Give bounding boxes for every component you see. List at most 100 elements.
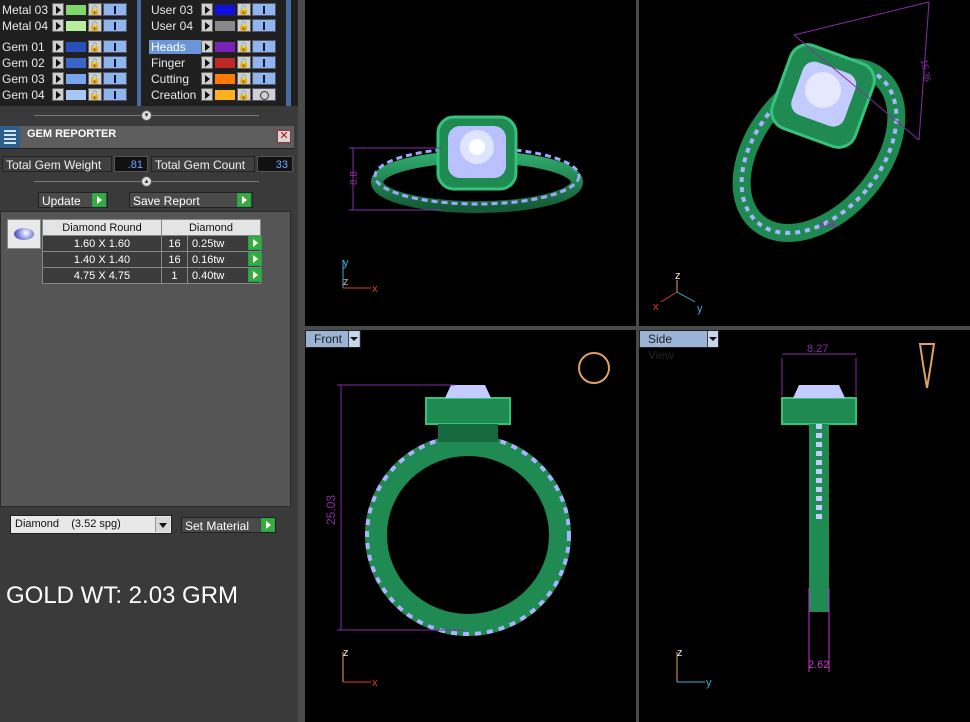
lock-icon[interactable]: 🔓 <box>88 88 102 101</box>
save-report-go-icon[interactable] <box>237 193 251 207</box>
visibility-toggle[interactable] <box>252 72 276 85</box>
layer-expand-icon[interactable] <box>52 88 64 101</box>
visibility-toggle[interactable] <box>103 3 127 16</box>
layer-name[interactable]: Gem 04 <box>0 88 52 102</box>
layer-expand-icon[interactable] <box>52 19 64 32</box>
layer-scrollbar[interactable] <box>286 0 291 106</box>
lock-icon[interactable]: 🔓 <box>237 56 251 69</box>
material-select[interactable]: Diamond (3.52 spg) <box>10 515 172 534</box>
layer-color-swatch[interactable] <box>65 40 87 53</box>
visibility-toggle[interactable] <box>252 19 276 32</box>
gem-reporter-titlebar: GEM REPORTER ✕ <box>0 126 294 149</box>
row-go-icon[interactable] <box>248 252 262 266</box>
layer-row[interactable]: Metal 03 🔓 <box>0 2 127 17</box>
layer-name[interactable]: User 04 <box>149 19 201 33</box>
layer-row[interactable]: Gem 04 🔓 <box>0 87 127 102</box>
layer-color-swatch[interactable] <box>214 88 236 101</box>
layer-row[interactable]: Heads 🔓 <box>149 39 276 54</box>
layer-expand-icon[interactable] <box>201 19 213 32</box>
lock-icon[interactable]: 🔓 <box>237 40 251 53</box>
layer-expand-icon[interactable] <box>52 40 64 53</box>
lock-icon[interactable]: 🔓 <box>237 88 251 101</box>
layer-expand-icon[interactable] <box>201 72 213 85</box>
visibility-toggle[interactable] <box>252 56 276 69</box>
layer-expand-icon[interactable] <box>201 3 213 16</box>
layer-name[interactable]: Creation <box>149 88 201 102</box>
layer-expand-icon[interactable] <box>52 72 64 85</box>
update-go-icon[interactable] <box>92 193 106 207</box>
visibility-toggle[interactable] <box>103 72 127 85</box>
layer-row[interactable]: Cutting 🔓 <box>149 71 276 86</box>
layer-expand-icon[interactable] <box>52 3 64 16</box>
viewport-side[interactable]: 8.27 2.62 z y Side View <box>639 330 970 722</box>
visibility-toggle[interactable] <box>103 19 127 32</box>
side-view-tab[interactable]: Side View <box>639 330 719 362</box>
layer-color-swatch[interactable] <box>65 56 87 69</box>
lock-icon[interactable]: 🔓 <box>237 3 251 16</box>
table-row[interactable]: 4.75 X 4.75 1 0.40tw <box>42 267 261 284</box>
viewport-front[interactable]: 25.03 z x Front <box>305 330 636 722</box>
set-material-go-icon[interactable] <box>261 518 275 532</box>
layer-name[interactable]: User 03 <box>149 3 201 17</box>
layer-name[interactable]: Gem 03 <box>0 72 52 86</box>
visibility-toggle[interactable] <box>103 56 127 69</box>
layer-row[interactable]: Gem 03 🔓 <box>0 71 127 86</box>
layer-row[interactable]: Metal 04 🔓 <box>0 18 127 33</box>
viewport-isometric[interactable]: 15.36 3.86 z x y <box>639 0 970 326</box>
save-report-button[interactable]: Save Report <box>129 192 253 208</box>
front-view-tab[interactable]: Front <box>305 330 361 348</box>
layer-color-swatch[interactable] <box>214 56 236 69</box>
visibility-toggle[interactable] <box>103 40 127 53</box>
lock-icon[interactable]: 🔓 <box>88 40 102 53</box>
layer-color-swatch[interactable] <box>65 72 87 85</box>
chevron-down-icon[interactable] <box>155 517 170 532</box>
layer-name[interactable]: Heads <box>149 39 201 54</box>
axis-y-label: y <box>706 677 712 689</box>
layer-row[interactable]: Gem 02 🔓 <box>0 55 127 70</box>
layer-color-swatch[interactable] <box>214 40 236 53</box>
visibility-toggle[interactable] <box>103 88 127 101</box>
chevron-down-icon[interactable] <box>707 331 718 347</box>
layer-name[interactable]: Metal 03 <box>0 3 52 17</box>
close-icon[interactable]: ✕ <box>277 130 291 143</box>
layer-name[interactable]: Metal 04 <box>0 19 52 33</box>
table-row[interactable]: 1.60 X 1.60 16 0.25tw <box>42 235 261 252</box>
layer-row[interactable]: Finger 🔓 <box>149 55 276 70</box>
layer-color-swatch[interactable] <box>214 19 236 32</box>
layer-color-swatch[interactable] <box>65 19 87 32</box>
visibility-toggle[interactable] <box>252 88 276 101</box>
collapse-totals-icon[interactable]: ▴ <box>141 176 152 187</box>
layer-expand-icon[interactable] <box>201 56 213 69</box>
lock-icon[interactable]: 🔓 <box>88 72 102 85</box>
collapse-layers-icon[interactable]: ▾ <box>141 110 152 121</box>
row-go-icon[interactable] <box>248 236 262 250</box>
layer-name[interactable]: Gem 01 <box>0 40 52 54</box>
layer-expand-icon[interactable] <box>201 40 213 53</box>
lock-icon[interactable]: 🔓 <box>88 19 102 32</box>
lock-icon[interactable]: 🔓 <box>237 72 251 85</box>
lock-icon[interactable]: 🔓 <box>88 3 102 16</box>
visibility-toggle[interactable] <box>252 40 276 53</box>
viewport-perspective[interactable]: 8.8 y z x <box>305 0 636 326</box>
layer-color-swatch[interactable] <box>65 88 87 101</box>
layer-expand-icon[interactable] <box>201 88 213 101</box>
layer-row[interactable]: Gem 01 🔓 <box>0 39 127 54</box>
layer-row[interactable]: User 04 🔓 <box>149 18 276 33</box>
layer-row[interactable]: Creation 🔓 <box>149 87 276 102</box>
chevron-down-icon[interactable] <box>348 331 360 347</box>
layer-expand-icon[interactable] <box>52 56 64 69</box>
layer-row[interactable]: User 03 🔓 <box>149 2 276 17</box>
table-row[interactable]: 1.40 X 1.40 16 0.16tw <box>42 251 261 268</box>
row-go-icon[interactable] <box>248 268 262 282</box>
left-panel: Metal 03 🔓 Metal 04 🔓 Gem 01 🔓 Gem 02 🔓 Gem 03 🔓 G… <box>0 0 298 722</box>
side-orientation-icon <box>918 343 936 389</box>
layer-color-swatch[interactable] <box>214 3 236 16</box>
visibility-toggle[interactable] <box>252 3 276 16</box>
layer-color-swatch[interactable] <box>214 72 236 85</box>
lock-icon[interactable]: 🔓 <box>88 56 102 69</box>
layer-name[interactable]: Gem 02 <box>0 56 52 70</box>
layer-name[interactable]: Cutting <box>149 72 201 86</box>
lock-icon[interactable]: 🔓 <box>237 19 251 32</box>
layer-name[interactable]: Finger <box>149 56 201 70</box>
layer-color-swatch[interactable] <box>65 3 87 16</box>
